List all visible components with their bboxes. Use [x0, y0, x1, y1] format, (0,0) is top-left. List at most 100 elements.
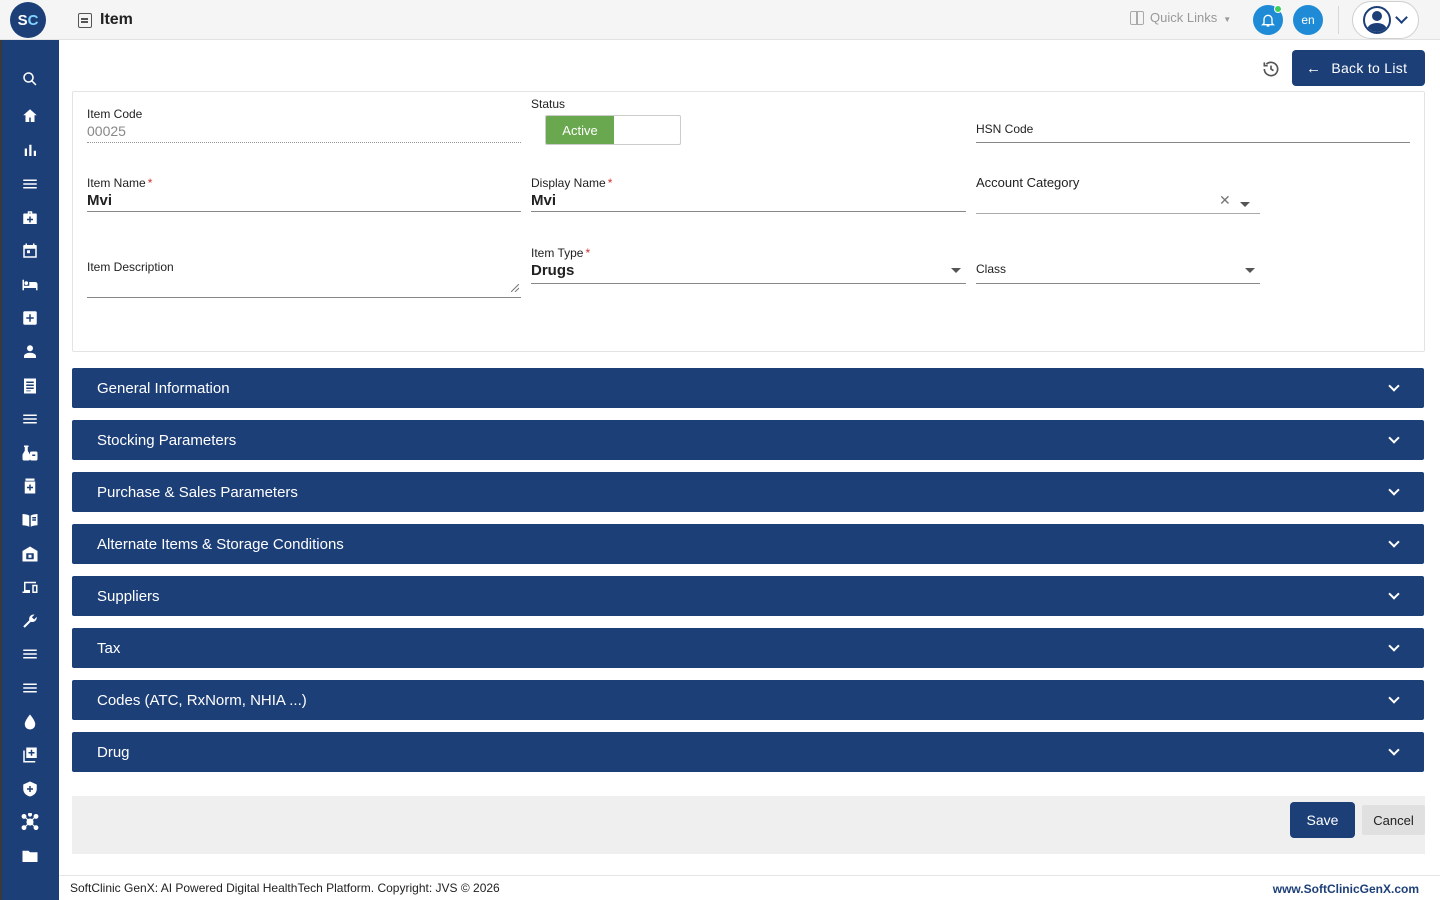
- sidebar-item-4[interactable]: [21, 209, 39, 227]
- item-description-field[interactable]: Item Description: [87, 260, 521, 298]
- sidebar-item-20[interactable]: [21, 746, 39, 764]
- action-bar: Save Cancel: [72, 796, 1425, 854]
- medical-bag-icon: [23, 211, 37, 224]
- display-name-field[interactable]: Display Name * Mvi: [531, 176, 966, 212]
- section-general-information[interactable]: General Information: [72, 368, 1424, 408]
- sidebar-item-10[interactable]: [21, 410, 39, 428]
- language-button[interactable]: en: [1293, 5, 1323, 35]
- sidebar-item-14[interactable]: [21, 545, 39, 563]
- caret-down-icon: [1245, 268, 1255, 273]
- save-button[interactable]: Save: [1290, 802, 1355, 838]
- sidebar-item-18[interactable]: [21, 679, 39, 697]
- display-name-label: Display Name: [531, 176, 606, 190]
- sidebar-item-21[interactable]: [21, 780, 39, 798]
- sidebar: [0, 40, 59, 900]
- item-code-label: Item Code: [87, 107, 143, 121]
- sidebar-item-8[interactable]: [21, 343, 39, 361]
- sidebar-item-7[interactable]: [21, 309, 39, 327]
- document-list-icon: [24, 378, 36, 394]
- footer-website-link[interactable]: www.SoftClinicGenX.com: [1273, 882, 1419, 896]
- section-label: Suppliers: [97, 587, 160, 605]
- sidebar-item-16[interactable]: [21, 612, 39, 630]
- sidebar-item-15[interactable]: [21, 578, 39, 596]
- sidebar-item-2[interactable]: [21, 141, 39, 159]
- item-name-value: Mvi: [87, 192, 113, 209]
- main-content: ← Back to List Item Code 00025 Status Ac…: [59, 40, 1440, 875]
- section-label: Alternate Items & Storage Conditions: [97, 535, 344, 553]
- chevron-down-icon: [1388, 640, 1400, 652]
- chevron-down-icon: [1388, 692, 1400, 704]
- quick-links-label: Quick Links: [1150, 10, 1218, 25]
- caret-down-icon: [951, 268, 961, 273]
- quick-links-menu[interactable]: Quick Links ▼: [1130, 10, 1231, 25]
- calendar-icon: [23, 243, 37, 258]
- devices-icon: [22, 581, 38, 593]
- pharmacy-bottle-icon: [24, 478, 36, 494]
- item-name-underline: [87, 211, 521, 212]
- class-underline: [976, 283, 1260, 284]
- sidebar-item-0[interactable]: [21, 70, 39, 88]
- section-codes[interactable]: Codes (ATC, RxNorm, NHIA ...): [72, 680, 1424, 720]
- section-alternate-items-storage[interactable]: Alternate Items & Storage Conditions: [72, 524, 1424, 564]
- display-name-underline: [531, 211, 966, 212]
- section-purchase-sales-parameters[interactable]: Purchase & Sales Parameters: [72, 472, 1424, 512]
- clear-icon[interactable]: ✕: [1219, 193, 1231, 209]
- section-stocking-parameters[interactable]: Stocking Parameters: [72, 420, 1424, 460]
- logo-letter-c: C: [27, 11, 39, 29]
- sidebar-item-9[interactable]: [21, 377, 39, 395]
- sidebar-item-19[interactable]: [21, 713, 39, 731]
- caret-down-icon: ▼: [1223, 15, 1232, 24]
- history-icon[interactable]: [1261, 59, 1281, 79]
- item-type-value: Drugs: [531, 262, 575, 279]
- sidebar-item-22[interactable]: [21, 813, 39, 831]
- bell-icon: [1261, 14, 1275, 27]
- gift-icon: [1130, 10, 1144, 25]
- book-icon: [22, 514, 38, 527]
- resize-handle-icon[interactable]: [511, 284, 519, 292]
- notifications-button[interactable]: [1253, 5, 1283, 35]
- sidebar-item-1[interactable]: [21, 107, 39, 125]
- avatar: [1363, 6, 1391, 34]
- section-label: General Information: [97, 379, 230, 397]
- home-icon: [23, 109, 37, 122]
- profile-menu-button[interactable]: [1352, 1, 1419, 39]
- page-title: Item: [100, 11, 133, 28]
- hsn-code-field[interactable]: HSN Code: [976, 122, 1410, 144]
- item-description-underline: [87, 297, 521, 298]
- lab-icon: [22, 445, 38, 461]
- sidebar-item-23[interactable]: [21, 847, 39, 865]
- chevron-down-icon: [1395, 11, 1408, 24]
- blood-drop-icon: [24, 714, 36, 730]
- section-label: Purchase & Sales Parameters: [97, 483, 298, 501]
- required-asterisk: *: [147, 176, 153, 190]
- sidebar-item-12[interactable]: [21, 477, 39, 495]
- back-to-list-button[interactable]: ← Back to List: [1292, 50, 1425, 86]
- menu-icon: [23, 649, 37, 659]
- back-to-list-label: Back to List: [1331, 60, 1408, 76]
- sidebar-item-5[interactable]: [21, 242, 39, 260]
- item-type-select[interactable]: Item Type * Drugs: [531, 246, 966, 284]
- status-toggle[interactable]: Active: [545, 115, 681, 145]
- class-select[interactable]: Class: [976, 262, 1260, 284]
- top-bar: SC Item Quick Links ▼ en: [0, 0, 1440, 40]
- item-name-field[interactable]: Item Name * Mvi: [87, 176, 521, 212]
- sidebar-item-13[interactable]: [21, 511, 39, 529]
- account-category-select[interactable]: Account Category ✕: [976, 175, 1260, 215]
- section-tax[interactable]: Tax: [72, 628, 1424, 668]
- cancel-button[interactable]: Cancel: [1362, 805, 1425, 835]
- sidebar-item-3[interactable]: [21, 175, 39, 193]
- wrench-icon: [23, 614, 37, 628]
- item-code-value: 00025: [87, 123, 126, 139]
- item-description-label: Item Description: [87, 260, 174, 274]
- sidebar-item-6[interactable]: [21, 276, 39, 294]
- chevron-down-icon: [1388, 380, 1400, 392]
- sidebar-item-17[interactable]: [21, 645, 39, 663]
- app-logo[interactable]: SC: [10, 2, 46, 38]
- item-name-label: Item Name: [87, 176, 146, 190]
- menu-icon: [23, 683, 37, 693]
- header-divider: [1338, 6, 1339, 34]
- section-drug[interactable]: Drug: [72, 732, 1424, 772]
- sidebar-item-11[interactable]: [21, 444, 39, 462]
- section-suppliers[interactable]: Suppliers: [72, 576, 1424, 616]
- section-label: Stocking Parameters: [97, 431, 237, 449]
